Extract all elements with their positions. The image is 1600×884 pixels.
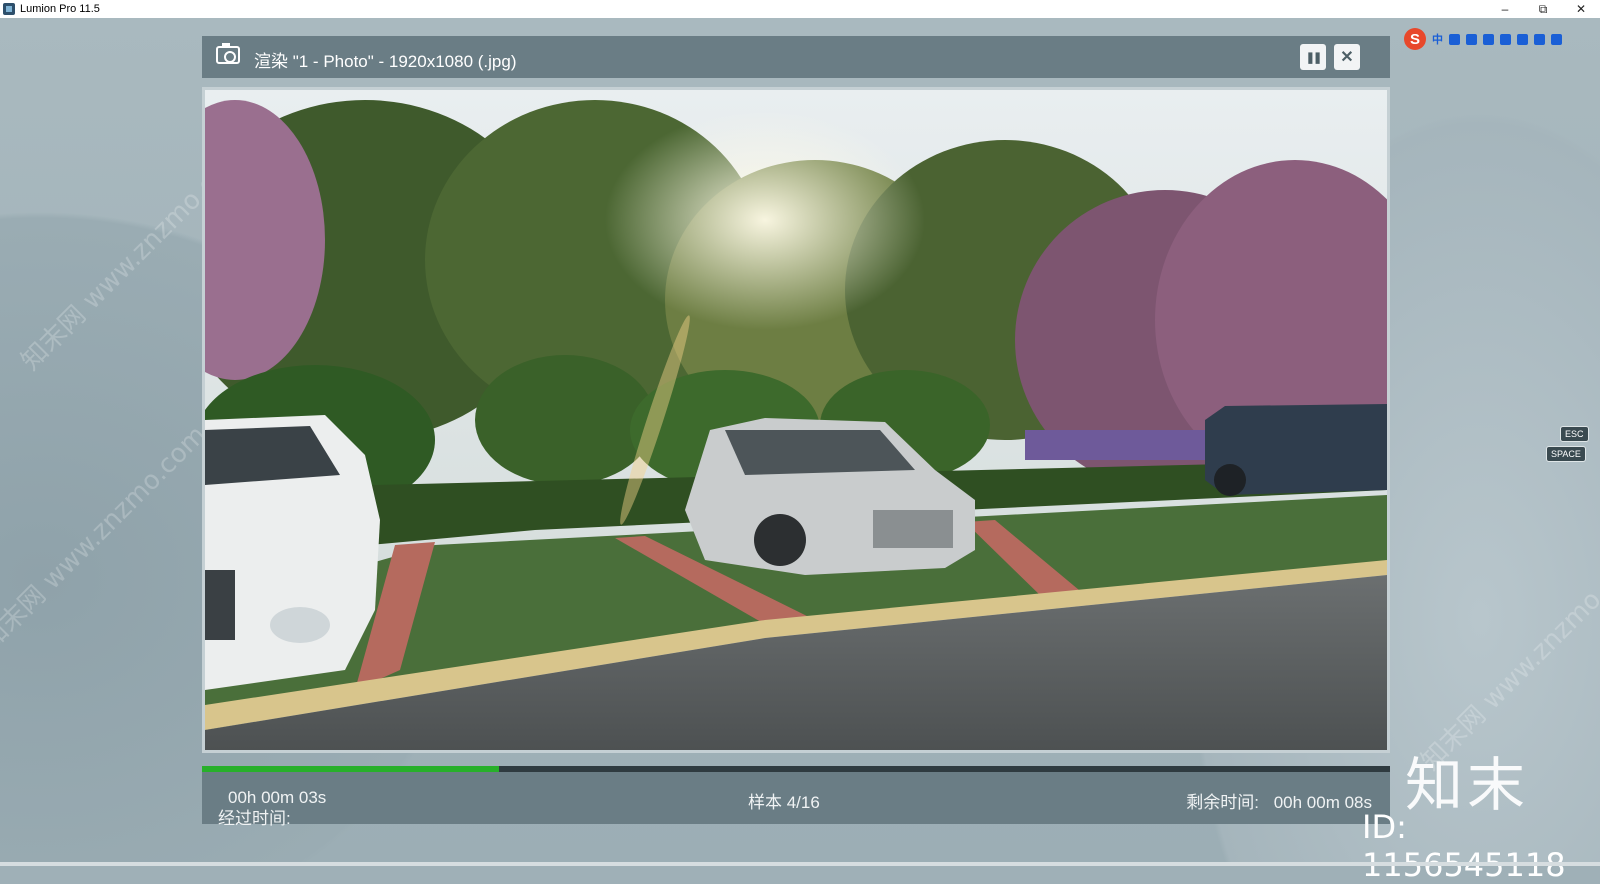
window-close-button[interactable]: ✕ bbox=[1562, 0, 1600, 18]
settings-icon[interactable] bbox=[1551, 33, 1562, 45]
render-close-button[interactable]: ✕ bbox=[1334, 44, 1360, 70]
esc-key-hint: ESC bbox=[1560, 426, 1589, 442]
skin-icon[interactable] bbox=[1500, 33, 1511, 45]
watermark-text: 知末网 www.znzmo.com bbox=[0, 420, 213, 657]
toolbox-icon[interactable] bbox=[1534, 33, 1545, 45]
window-title: Lumion Pro 11.5 bbox=[20, 3, 100, 15]
parking-lot-render bbox=[205, 90, 1387, 750]
ime-punctuation-icon[interactable] bbox=[1449, 33, 1460, 45]
pause-icon: ❚❚ bbox=[1305, 51, 1323, 64]
watermark-id: ID: 1156545118 bbox=[1362, 808, 1566, 884]
sogou-logo-icon[interactable]: S bbox=[1404, 28, 1426, 50]
render-status-footer: 经过时间: 00h 00m 03s 样本 4/16 剩余时间: 00h 00m … bbox=[202, 772, 1390, 828]
remaining-value: 00h 00m 08s bbox=[1273, 793, 1372, 812]
render-title: 渲染 "1 - Photo" - 1920x1080 (.jpg) bbox=[254, 52, 517, 71]
close-icon: ✕ bbox=[1340, 49, 1354, 66]
keyboard-icon[interactable] bbox=[1483, 33, 1494, 45]
ime-toolbar: S 中 bbox=[1404, 28, 1562, 50]
render-preview-image bbox=[202, 87, 1390, 753]
elapsed-time: 经过时间: 00h 00m 03s bbox=[218, 788, 326, 828]
camera-icon bbox=[216, 43, 240, 64]
lumion-app-icon bbox=[3, 3, 15, 15]
remaining-time: 剩余时间: 00h 00m 08s bbox=[1186, 788, 1372, 813]
dark-suv bbox=[1205, 404, 1387, 496]
emoji-icon[interactable] bbox=[1517, 33, 1528, 45]
remaining-label: 剩余时间: bbox=[1186, 793, 1259, 812]
window-controls: – ⧉ ✕ bbox=[1486, 0, 1600, 18]
window-titlebar: Lumion Pro 11.5 – ⧉ ✕ bbox=[0, 0, 1600, 18]
elapsed-label: 经过时间: bbox=[218, 809, 291, 828]
minimize-button[interactable]: – bbox=[1486, 0, 1524, 18]
taskbar-edge bbox=[0, 862, 1600, 866]
pause-button[interactable]: ❚❚ bbox=[1300, 44, 1326, 70]
render-dialog-header: 渲染 "1 - Photo" - 1920x1080 (.jpg) ❚❚ ✕ bbox=[202, 36, 1390, 78]
restore-button[interactable]: ⧉ bbox=[1524, 0, 1562, 18]
ime-mode-toggle[interactable]: 中 bbox=[1432, 31, 1443, 47]
microphone-icon[interactable] bbox=[1466, 33, 1477, 45]
space-key-hint: SPACE bbox=[1546, 446, 1586, 462]
white-car bbox=[205, 415, 380, 690]
sample-counter: 样本 4/16 bbox=[748, 793, 820, 812]
